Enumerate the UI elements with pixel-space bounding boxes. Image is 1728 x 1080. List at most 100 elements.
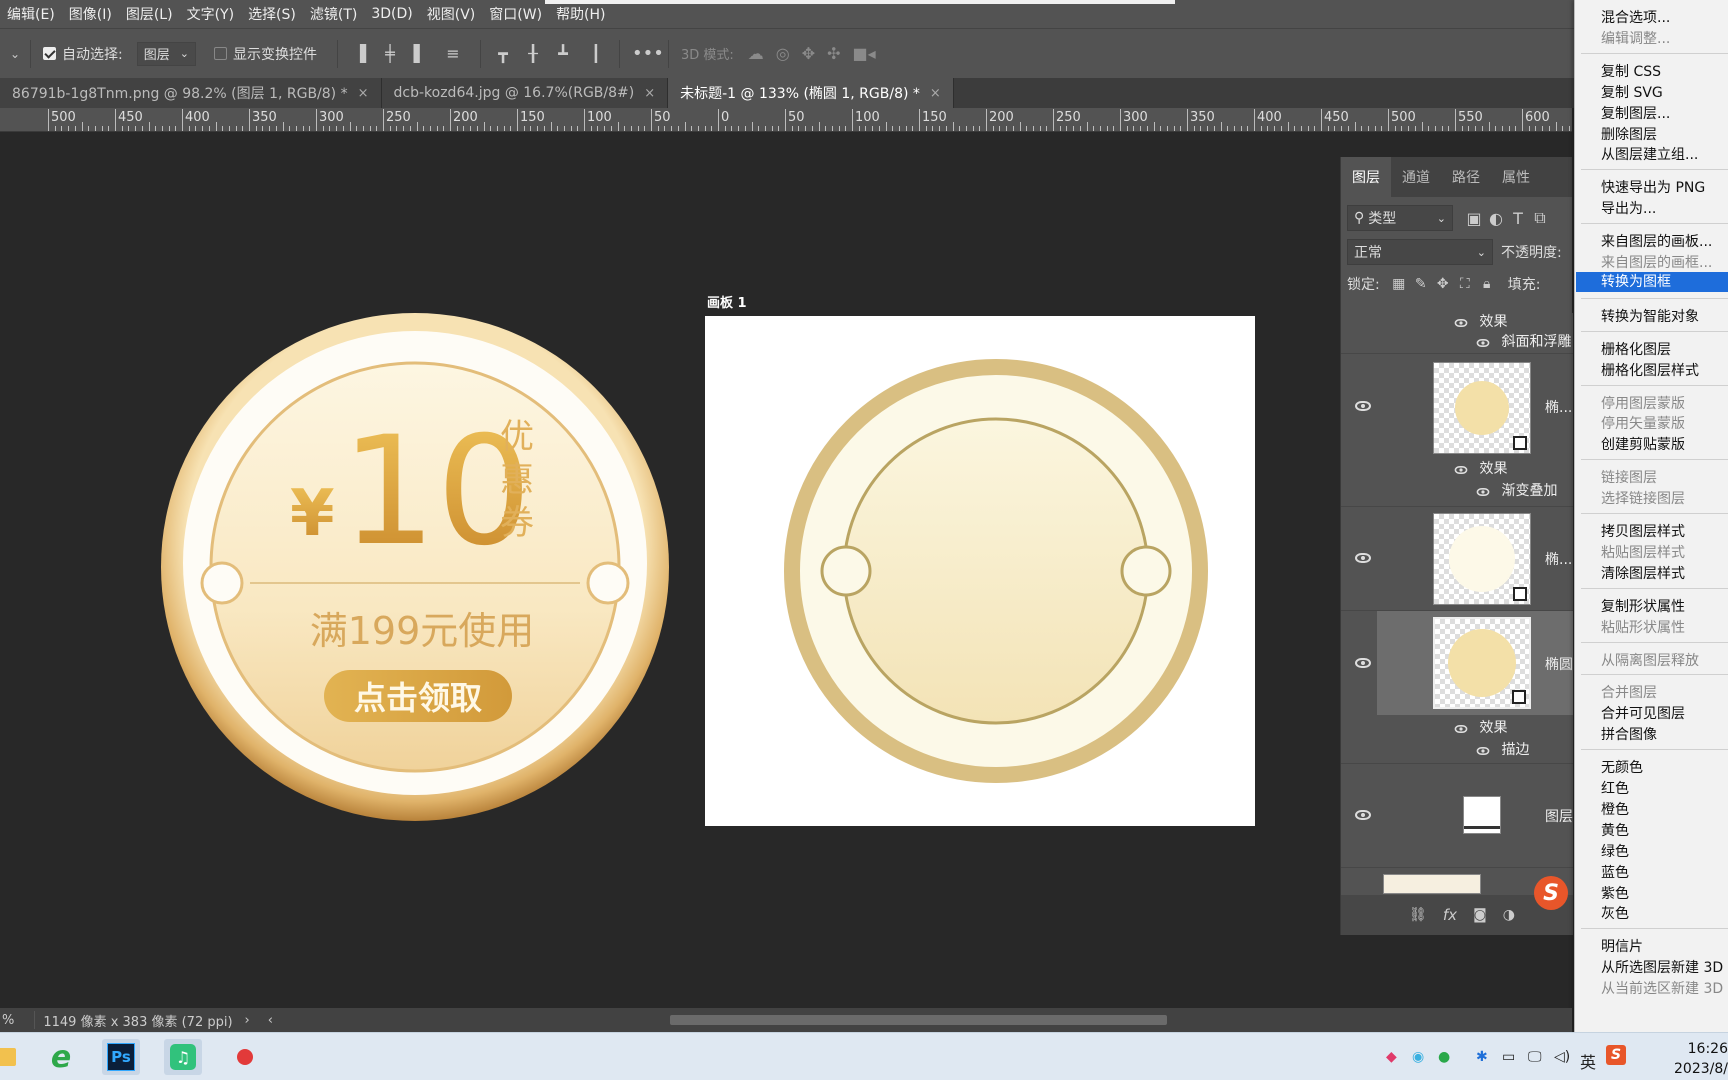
volume-icon[interactable]: ◁) xyxy=(1554,1049,1570,1065)
pan-3d-icon[interactable]: ✥ xyxy=(802,44,815,63)
fx-item-row[interactable]: 渐变叠加 xyxy=(1475,480,1557,500)
sogou-ime-icon[interactable]: S xyxy=(1606,1045,1626,1065)
blend-mode-dropdown[interactable]: 正常 ⌄ xyxy=(1347,239,1493,265)
context-menu-item[interactable]: 从当前选区新建 3D xyxy=(1601,978,1723,998)
context-menu-item[interactable]: 删除图层 xyxy=(1601,124,1657,144)
context-menu-item[interactable]: 来自图层的画框... xyxy=(1601,252,1712,272)
context-menu-item[interactable]: 红色 xyxy=(1601,778,1629,798)
eye-icon[interactable] xyxy=(1476,339,1490,347)
context-menu-item[interactable]: 复制 SVG xyxy=(1601,82,1663,102)
wechat-tray-icon[interactable]: ● xyxy=(1438,1049,1450,1065)
layer-name[interactable]: 椭圆 xyxy=(1545,654,1573,674)
tab-layers[interactable]: 图层 xyxy=(1341,157,1391,197)
context-menu-item[interactable]: 粘贴图层样式 xyxy=(1601,542,1685,562)
chevron-down-icon[interactable]: ⌄ xyxy=(0,47,30,61)
mask-icon[interactable]: ◙ xyxy=(1473,907,1487,923)
layer-name[interactable]: 图层 xyxy=(1545,806,1573,826)
context-menu-item[interactable]: 拼合图像 xyxy=(1601,724,1657,744)
lock-artboard-icon[interactable]: ⛶ xyxy=(1454,276,1476,292)
music-app-icon[interactable]: ♫ xyxy=(164,1039,202,1075)
layer-row-selected[interactable]: 椭圆 效果 描边 xyxy=(1341,610,1573,763)
context-menu-item[interactable]: 明信片 xyxy=(1601,936,1643,956)
adjustment-icon[interactable]: ◑ xyxy=(1503,907,1515,923)
network-tray-icon[interactable]: ◉ xyxy=(1412,1049,1424,1065)
context-menu-item[interactable]: 蓝色 xyxy=(1601,862,1629,882)
close-icon[interactable]: × xyxy=(358,86,369,101)
menu-type[interactable]: 文字(Y) xyxy=(180,4,241,24)
monitor-icon[interactable]: 🖵︎ xyxy=(1528,1049,1542,1065)
fx-effects-row[interactable]: 效果 xyxy=(1453,313,1507,331)
context-menu-item[interactable]: 编辑调整... xyxy=(1601,28,1670,48)
ime-floating-icon[interactable]: S xyxy=(1534,876,1568,910)
filter-shape-icon[interactable]: ⧉ xyxy=(1529,208,1551,228)
context-menu-item[interactable]: 绿色 xyxy=(1601,841,1629,861)
auto-select-toggle[interactable]: 自动选择: xyxy=(43,44,123,64)
file-explorer-icon[interactable] xyxy=(0,1039,24,1075)
distribute-v-icon[interactable]: ┃ xyxy=(583,44,609,63)
filter-pixel-icon[interactable]: ▣ xyxy=(1463,209,1485,228)
context-menu-item[interactable]: 清除图层样式 xyxy=(1601,563,1685,583)
align-left-icon[interactable]: ▐ xyxy=(350,44,370,63)
context-menu-item[interactable]: 合并图层 xyxy=(1601,682,1657,702)
context-menu-item[interactable]: 复制图层... xyxy=(1601,103,1670,123)
recorder-icon[interactable] xyxy=(226,1039,264,1075)
link-icon[interactable]: ⛓ xyxy=(1409,907,1427,923)
photoshop-icon[interactable]: Ps xyxy=(102,1039,140,1075)
menu-layer[interactable]: 图层(L) xyxy=(119,4,180,24)
lock-position-icon[interactable]: ✥ xyxy=(1432,276,1454,292)
close-icon[interactable]: × xyxy=(644,86,655,101)
context-menu-item[interactable]: 拷贝图层样式 xyxy=(1601,521,1685,541)
layer-name[interactable]: 椭... xyxy=(1545,397,1572,417)
context-menu-item[interactable]: 停用图层蒙版 xyxy=(1601,393,1685,413)
align-right-icon[interactable]: ▌ xyxy=(410,44,430,63)
battery-icon[interactable]: ▭ xyxy=(1502,1049,1515,1065)
system-clock[interactable]: 16:26 2023/8/ xyxy=(1674,1039,1728,1079)
doc-tab-2[interactable]: dcb-kozd64.jpg @ 16.7%(RGB/8#) × xyxy=(381,78,669,108)
context-menu-item[interactable]: 快速导出为 PNG xyxy=(1601,177,1705,197)
roll-3d-icon[interactable]: ◎ xyxy=(776,44,790,63)
context-menu-item[interactable]: 从图层建立组... xyxy=(1601,144,1698,164)
filter-type-icon[interactable]: T xyxy=(1507,209,1529,228)
ie-browser-icon[interactable]: e xyxy=(42,1039,80,1075)
auto-select-target-dropdown[interactable]: 图层 ⌄ xyxy=(136,41,196,66)
menu-help[interactable]: 帮助(H) xyxy=(549,4,612,24)
eye-icon[interactable] xyxy=(1355,658,1371,668)
align-middle-icon[interactable]: ╂ xyxy=(523,44,543,63)
camera-3d-icon[interactable]: ■◂ xyxy=(853,44,876,63)
context-menu-item[interactable]: 复制 CSS xyxy=(1601,61,1661,81)
context-menu-item[interactable]: 黄色 xyxy=(1601,820,1629,840)
doc-tab-3-active[interactable]: 未标题-1 @ 133% (椭圆 1, RGB/8) * × xyxy=(668,78,954,108)
artboard-canvas[interactable] xyxy=(705,316,1255,826)
layer-name[interactable]: 椭... xyxy=(1545,549,1572,569)
zoom-readout[interactable]: % xyxy=(2,1013,14,1028)
context-menu-item[interactable]: 橙色 xyxy=(1601,799,1629,819)
lock-transparent-icon[interactable]: ▦ xyxy=(1388,276,1410,292)
context-menu-item[interactable]: 从隔离图层释放 xyxy=(1601,650,1699,670)
context-menu-item[interactable]: 选择链接图层 xyxy=(1601,488,1685,508)
app-tray-icon[interactable]: ◆ xyxy=(1386,1049,1397,1065)
context-menu-item[interactable]: 从所选图层新建 3D xyxy=(1601,957,1723,977)
context-menu-item[interactable]: 合并可见图层 xyxy=(1601,703,1685,723)
context-menu-item[interactable]: 灰色 xyxy=(1601,903,1629,923)
menu-select[interactable]: 选择(S) xyxy=(241,4,303,24)
context-menu-item[interactable]: 来自图层的画板... xyxy=(1601,231,1712,251)
context-menu-item[interactable]: 创建剪贴蒙版 xyxy=(1601,434,1685,454)
eye-icon[interactable] xyxy=(1476,488,1490,496)
distribute-h-icon[interactable]: ≡ xyxy=(440,44,466,63)
horizontal-scrollbar[interactable] xyxy=(670,1015,1167,1025)
eye-icon[interactable] xyxy=(1454,725,1468,733)
layer-row[interactable]: 椭... xyxy=(1341,506,1573,610)
fx-item-row[interactable]: 斜面和浮雕 xyxy=(1475,331,1571,351)
artboard-label[interactable]: 画板 1 xyxy=(707,292,747,311)
eye-icon[interactable] xyxy=(1355,553,1371,563)
ime-language[interactable]: 英 xyxy=(1580,1049,1596,1073)
show-transform-toggle[interactable]: 显示变换控件 xyxy=(213,44,317,64)
context-menu-item[interactable]: 停用矢量蒙版 xyxy=(1601,413,1685,433)
tab-paths[interactable]: 路径 xyxy=(1441,157,1491,197)
orbit-3d-icon[interactable]: ☁ xyxy=(748,44,764,63)
context-menu-item[interactable]: 粘贴形状属性 xyxy=(1601,617,1685,637)
menu-image[interactable]: 图像(I) xyxy=(62,4,119,24)
doc-tab-1[interactable]: 86791b-1g8Tnm.png @ 98.2% (图层 1, RGB/8) … xyxy=(0,78,382,108)
context-menu-item[interactable]: 无颜色 xyxy=(1601,757,1643,777)
context-menu-item[interactable]: 转换为智能对象 xyxy=(1601,306,1699,326)
